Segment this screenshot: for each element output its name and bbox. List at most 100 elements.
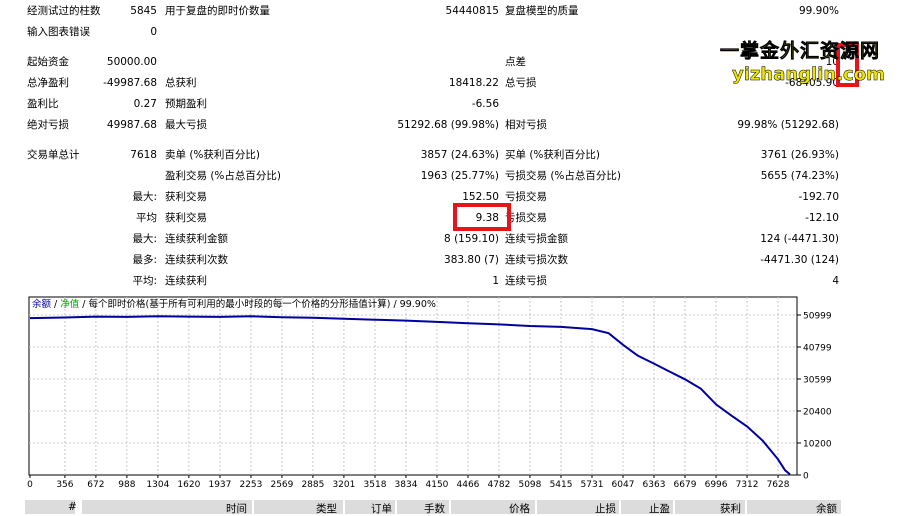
highlight-box-average-profit xyxy=(453,203,511,231)
x-tick-label: 988 xyxy=(118,480,135,490)
profit-factor-label: 盈利比 xyxy=(27,98,59,110)
average-loss-trade-label: 亏损交易 xyxy=(505,212,547,224)
initial-deposit-value: 50000.00 xyxy=(106,56,157,68)
y-tick-label: 20400 xyxy=(803,407,832,417)
x-tick-label: 1304 xyxy=(146,480,169,490)
mismatched-errors-value: 0 xyxy=(150,26,157,38)
largest-loss-trade-label: 亏损交易 xyxy=(505,191,547,203)
x-tick-label: 4466 xyxy=(457,480,480,490)
relative-drawdown-value: 99.98% (51292.68) xyxy=(737,119,839,131)
total-trades-value: 7618 xyxy=(130,149,157,161)
chart-legend: 余额 / 净值 / 每个即时价格(基于所有可利用的最小时段的每一个价格的分形插值… xyxy=(32,298,436,310)
average-consecutive-prefix: 平均: xyxy=(132,275,157,287)
maximal-consecutive-profit-label: 连续获利次数 xyxy=(165,254,228,266)
maximal-consecutive-loss-label: 连续亏损次数 xyxy=(505,254,568,266)
x-tick-label: 0 xyxy=(27,480,33,490)
bars-tested-label: 经测试过的柱数 xyxy=(27,5,101,17)
y-tick-label: 40799 xyxy=(803,344,832,354)
loss-trades-value: 5655 (74.23%) xyxy=(760,170,839,182)
initial-deposit-label: 起始资金 xyxy=(27,56,69,68)
loss-trades-label: 亏损交易 (%占总百分比) xyxy=(505,170,622,182)
max-consecutive-wins-value: 8 (159.10) xyxy=(444,233,499,245)
y-tick-label: 30599 xyxy=(803,376,832,386)
mismatched-errors-label: 输入图表错误 xyxy=(27,26,90,38)
balance-chart: 50999 40799 30599 20400 10200 0 0 356 672 988 130… xyxy=(27,296,832,490)
gross-loss-label: 总亏损 xyxy=(505,77,537,89)
largest-profit-trade-label: 获利交易 xyxy=(165,191,207,203)
x-tick-label: 1937 xyxy=(208,480,231,490)
x-tick-label: 3834 xyxy=(395,480,418,490)
long-positions-value: 3761 (26.93%) xyxy=(760,149,839,161)
absolute-drawdown-value: 49987.68 xyxy=(106,119,157,131)
y-tick-label: 10200 xyxy=(803,439,832,449)
watermark-url: yizhanglin.com xyxy=(732,64,885,86)
average-consecutive-wins-label: 连续获利 xyxy=(165,275,207,287)
profit-factor-value: 0.27 xyxy=(133,98,157,110)
y-axis-ticks: 50999 40799 30599 20400 10200 0 xyxy=(797,312,832,482)
average-consecutive-losses-label: 连续亏损 xyxy=(505,275,547,287)
total-trades-label: 交易单总计 xyxy=(27,149,80,161)
legend-description: / 每个即时价格(基于所有可利用的最小时段的每一个价格的分形插值计算) / 99… xyxy=(79,298,436,310)
average-loss-trade-value: -12.10 xyxy=(805,212,839,224)
x-tick-label: 356 xyxy=(56,480,73,490)
x-tick-label: 1620 xyxy=(177,480,200,490)
x-axis-ticks: 0 356 672 988 1304 1620 1937 2253 2569 2885 3201 35… xyxy=(27,475,790,490)
y-tick-label: 0 xyxy=(803,472,809,482)
gross-profit-label: 总获利 xyxy=(165,77,197,89)
x-tick-label: 5098 xyxy=(518,480,541,490)
average-prefix: 平均 xyxy=(136,212,157,224)
total-net-profit-value: -49987.68 xyxy=(103,77,157,89)
maximal-drawdown-label: 最大亏损 xyxy=(165,119,207,131)
legend-separator: / xyxy=(51,299,60,310)
average-profit-trade-label: 获利交易 xyxy=(165,212,207,224)
x-tick-label: 672 xyxy=(87,480,104,490)
modelling-quality-label: 复盘模型的质量 xyxy=(505,5,579,17)
modelling-quality-value: 99.90% xyxy=(798,5,839,17)
x-tick-label: 2253 xyxy=(239,480,262,490)
x-tick-label: 3201 xyxy=(332,480,355,490)
largest-prefix: 最大: xyxy=(132,191,157,203)
max-consecutive-losses-value: 124 (-4471.30) xyxy=(760,233,839,245)
maximum-prefix: 最大: xyxy=(132,233,157,245)
col-header-number[interactable]: # xyxy=(68,501,77,513)
short-positions-label: 卖单 (%获利百分比) xyxy=(165,149,261,161)
absolute-drawdown-label: 绝对亏损 xyxy=(27,119,69,131)
x-tick-label: 5731 xyxy=(581,480,604,490)
bars-tested-value: 5845 xyxy=(130,5,157,17)
y-tick-label: 50999 xyxy=(803,312,832,322)
x-tick-label: 3518 xyxy=(364,480,387,490)
x-tick-label: 5415 xyxy=(550,480,573,490)
gross-profit-value: 18418.22 xyxy=(448,77,499,89)
total-net-profit-label: 总净盈利 xyxy=(27,77,69,89)
profit-trades-label: 盈利交易 (%占总百分比) xyxy=(165,170,282,182)
x-tick-label: 6363 xyxy=(643,480,666,490)
maximal-consecutive-loss-value: -4471.30 (124) xyxy=(760,254,839,266)
x-tick-label: 6047 xyxy=(612,480,635,490)
largest-loss-trade-value: -192.70 xyxy=(798,191,839,203)
maximal-prefix: 最多: xyxy=(132,254,157,266)
x-tick-label: 6679 xyxy=(674,480,697,490)
x-tick-label: 6996 xyxy=(705,480,728,490)
legend-equity: 净值 xyxy=(60,298,80,310)
average-consecutive-losses-value: 4 xyxy=(832,275,839,287)
expected-payoff-value: -6.56 xyxy=(471,98,499,110)
ticks-modelled-label: 用于复盘的即时价数量 xyxy=(165,5,270,17)
ticks-modelled-value: 54440815 xyxy=(445,5,499,17)
x-tick-label: 4782 xyxy=(487,480,510,490)
watermark-title: 一掌金外汇资源网 xyxy=(720,40,881,63)
x-tick-label: 7312 xyxy=(736,480,759,490)
legend-balance: 余额 xyxy=(32,298,52,310)
long-positions-label: 买单 (%获利百分比) xyxy=(505,149,601,161)
profit-trades-value: 1963 (25.77%) xyxy=(420,170,499,182)
average-consecutive-wins-value: 1 xyxy=(492,275,499,287)
maximal-drawdown-value: 51292.68 (99.98%) xyxy=(397,119,499,131)
x-tick-label: 4150 xyxy=(426,480,449,490)
maximal-consecutive-profit-value: 383.80 (7) xyxy=(444,254,499,266)
relative-drawdown-label: 相对亏损 xyxy=(505,119,547,131)
x-tick-label: 2885 xyxy=(301,480,324,490)
plot-area xyxy=(28,296,798,476)
x-tick-label: 7628 xyxy=(767,480,790,490)
max-consecutive-wins-label: 连续获利金额 xyxy=(165,233,228,245)
max-consecutive-losses-label: 连续亏损金额 xyxy=(505,233,568,245)
spread-label: 点差 xyxy=(505,56,526,68)
